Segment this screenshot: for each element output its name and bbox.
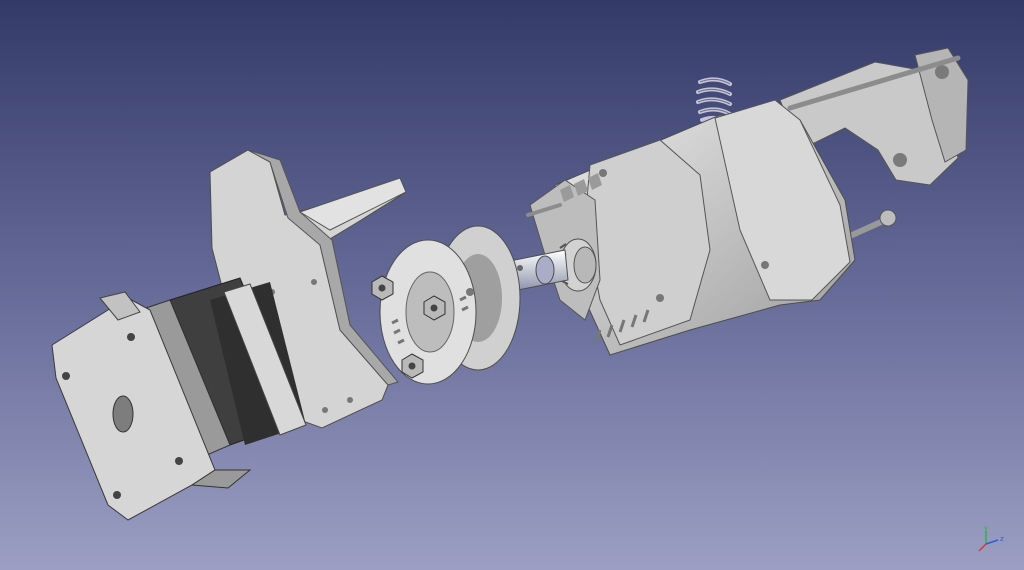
large-gear-with-hex-nuts[interactable] [371,225,523,385]
z-axis-line [985,539,999,545]
y-axis-label: y [984,524,988,532]
cad-scene[interactable] [0,0,1024,570]
axis-cross-indicator[interactable]: y z [974,524,1010,554]
x-axis-line [978,543,987,552]
extruder-housing[interactable] [526,99,856,356]
z-axis-label: z [1000,535,1004,543]
stepper-motor[interactable] [51,277,307,521]
3d-viewport[interactable]: y z [0,0,1024,570]
